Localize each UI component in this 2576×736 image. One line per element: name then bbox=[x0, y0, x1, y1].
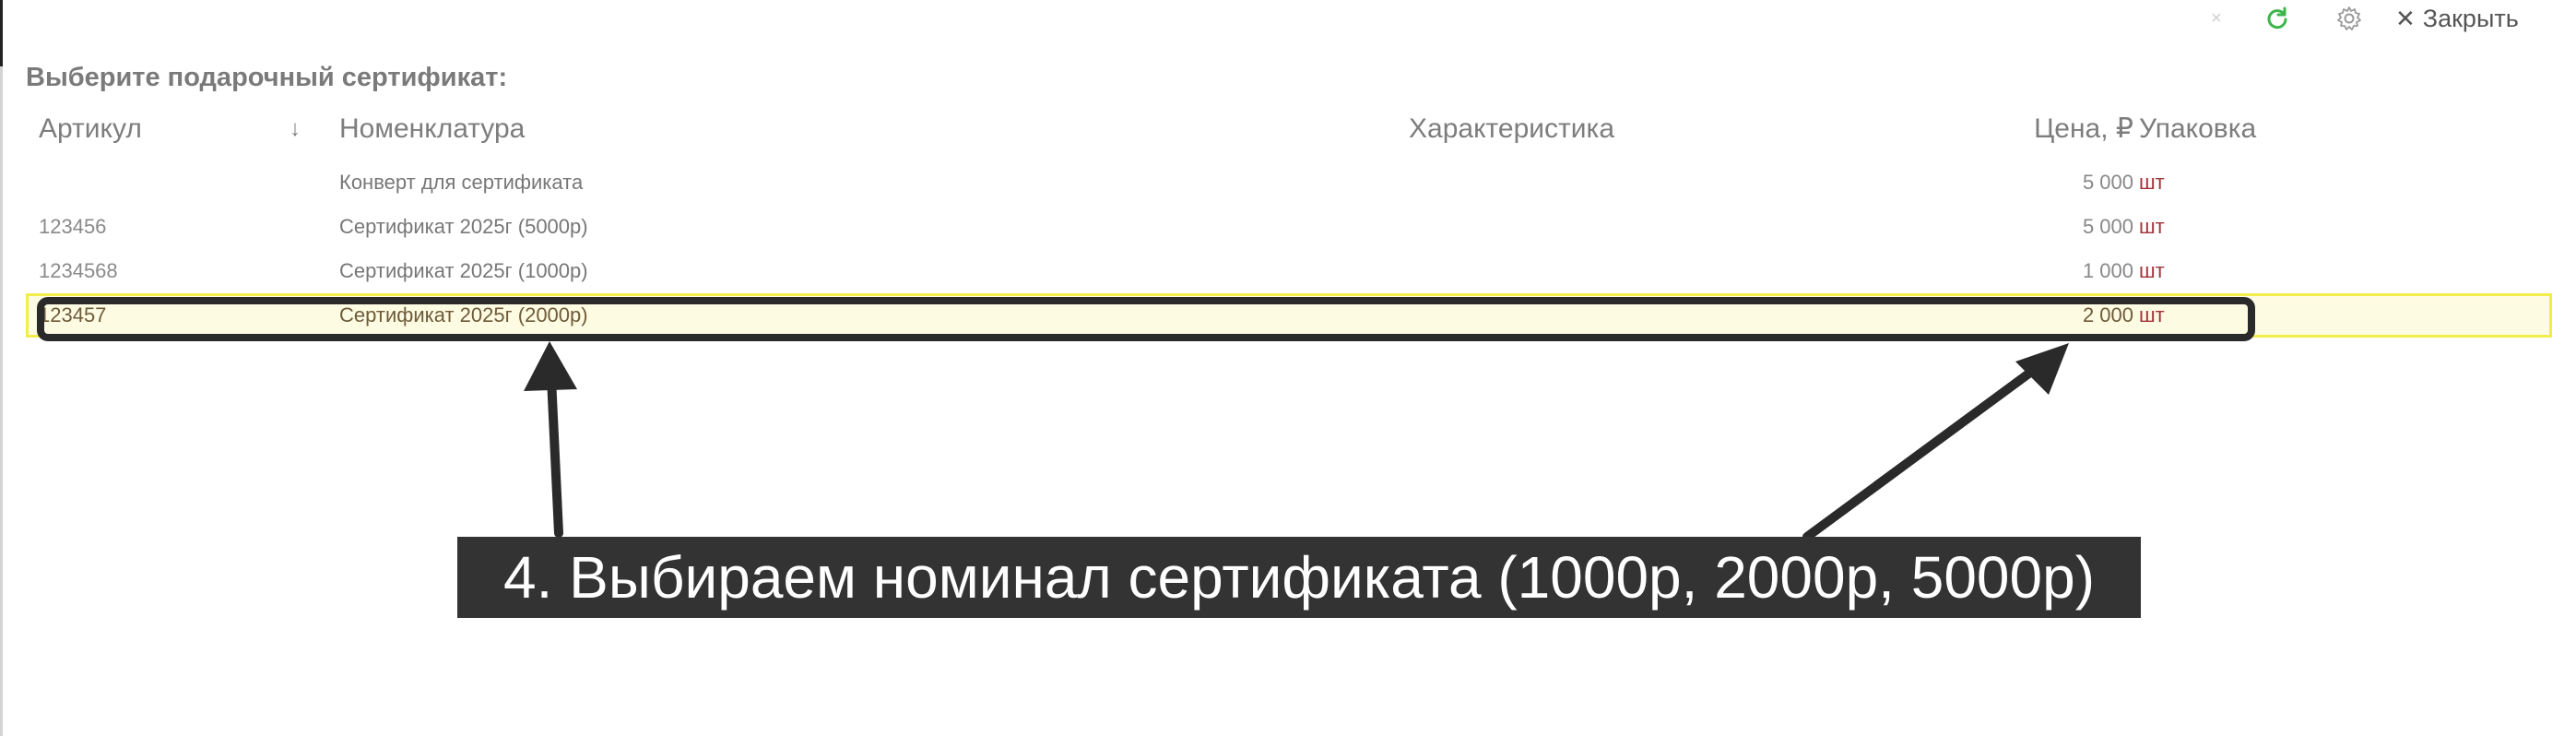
small-close-icon[interactable]: × bbox=[2211, 2, 2222, 35]
table-row[interactable]: 1234568 Сертификат 2025г (1000р) 1 000 ш… bbox=[26, 249, 2552, 293]
column-header-price[interactable]: Цена, ₽ bbox=[1931, 109, 2133, 149]
form-title: Выберите подарочный сертификат: bbox=[26, 63, 508, 92]
cell-packaging: шт bbox=[2139, 171, 2165, 194]
annotation-callout: 4. Выбираем номинал сертификата (1000р, … bbox=[457, 537, 2141, 618]
cell-packaging: шт bbox=[2139, 259, 2165, 282]
cell-nomenclature: Сертификат 2025г (1000р) bbox=[339, 259, 588, 282]
cell-packaging: шт bbox=[2139, 215, 2165, 238]
close-icon: ✕ bbox=[2395, 4, 2416, 32]
cell-nomenclature: Сертификат 2025г (2000р) bbox=[339, 303, 588, 326]
left-window-edge-dark bbox=[0, 0, 3, 66]
cell-nomenclature: Сертификат 2025г (5000р) bbox=[339, 215, 588, 238]
cell-price: 2 000 bbox=[2082, 303, 2133, 326]
left-window-edge bbox=[0, 0, 3, 736]
column-header-article[interactable]: Артикул bbox=[39, 109, 142, 149]
gear-icon[interactable] bbox=[2333, 2, 2366, 35]
arrow-to-nomenclature bbox=[524, 341, 577, 538]
column-header-nomenclature[interactable]: Номенклатура bbox=[339, 109, 525, 149]
column-header-characteristic[interactable]: Характеристика bbox=[1409, 109, 1614, 149]
cell-price: 1 000 bbox=[2082, 259, 2133, 282]
cell-price: 5 000 bbox=[2082, 215, 2133, 238]
cell-nomenclature: Конверт для сертификата bbox=[339, 171, 584, 194]
cell-article: 1234568 bbox=[39, 259, 118, 282]
close-button-label: Закрыть bbox=[2422, 4, 2519, 32]
sort-down-icon[interactable]: ↓ bbox=[290, 109, 301, 149]
cell-article: 123457 bbox=[39, 303, 107, 326]
close-button[interactable]: ✕ Закрыть bbox=[2395, 2, 2519, 35]
arrow-to-price bbox=[1802, 343, 2069, 541]
cell-price: 5 000 bbox=[2082, 171, 2133, 194]
cell-packaging: шт bbox=[2139, 303, 2165, 326]
table-row[interactable]: 123456 Сертификат 2025г (5000р) 5 000 шт bbox=[26, 205, 2552, 249]
table-row[interactable]: Конверт для сертификата 5 000 шт bbox=[26, 160, 2552, 205]
column-header-packaging[interactable]: Упаковка bbox=[2139, 109, 2256, 149]
refresh-icon[interactable] bbox=[2261, 2, 2294, 35]
cell-article: 123456 bbox=[39, 215, 107, 238]
table-row-selected[interactable]: 123457 Сертификат 2025г (2000р) 2 000 шт bbox=[26, 293, 2552, 338]
